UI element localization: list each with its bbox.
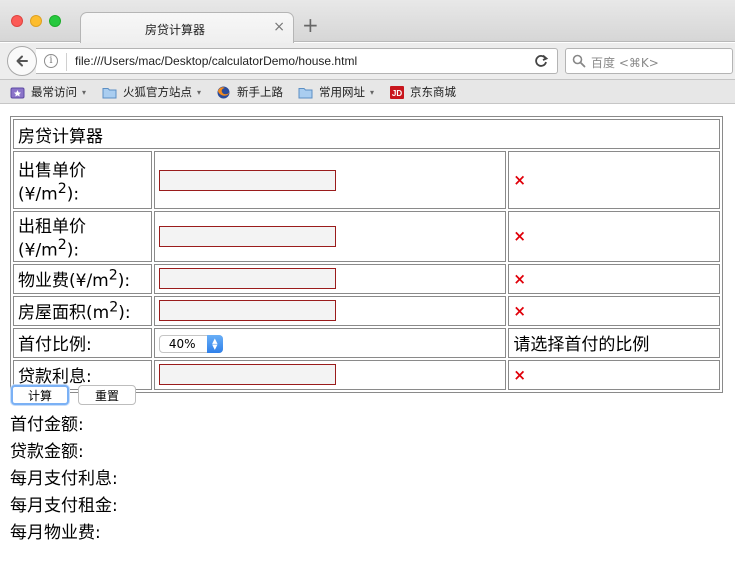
down-payment-ratio-hint: 请选择首付的比例 (508, 327, 720, 358)
bookmark-most-visited[interactable]: 最常访问 ▾ (10, 83, 86, 101)
area-input[interactable] (158, 300, 336, 322)
rent-price-input[interactable] (158, 225, 336, 247)
result-monthly-rent: 每月支付租金: (10, 496, 118, 516)
bookmark-getting-started[interactable]: 新手上路 (216, 83, 283, 101)
back-button[interactable] (7, 46, 37, 76)
page-content: 房贷计算器 出售单价 (¥/m2): × 出租单价(¥/m2): × 物业费(¥… (0, 105, 735, 588)
folder-icon (102, 87, 117, 98)
site-info-icon[interactable]: i (44, 54, 58, 68)
label-text: 出租单价 (18, 217, 86, 237)
window-titlebar: 房贷计算器 × + (0, 0, 735, 43)
search-icon (572, 54, 586, 68)
interest-error-icon: × (513, 365, 526, 384)
navigation-toolbar: i file:///Users/mac/Desktop/calculatorDe… (0, 43, 735, 80)
url-bar[interactable]: i file:///Users/mac/Desktop/calculatorDe… (36, 48, 558, 74)
down-payment-ratio-select[interactable]: 40% ▲ ▼ (158, 334, 223, 353)
calculator-table: 房贷计算器 出售单价 (¥/m2): × 出租单价(¥/m2): × 物业费(¥… (10, 116, 723, 393)
row-rent-price: 出租单价 (¥/m2): × (13, 211, 720, 262)
calculator-title: 房贷计算器 (13, 119, 720, 149)
new-tab-button[interactable]: + (302, 15, 319, 35)
label-text: 房屋面积 (18, 303, 86, 324)
result-monthly-property-fee: 每月物业费: (10, 523, 101, 543)
firefox-icon (217, 86, 230, 98)
window-close-button[interactable] (11, 15, 23, 27)
label-text: 物业费 (18, 271, 69, 292)
rent-price-error-icon: × (513, 227, 526, 246)
most-visited-icon (10, 87, 25, 98)
property-fee-label: 物业费(¥/m2): (13, 263, 152, 294)
label-unit-end: ): (118, 303, 131, 324)
label-sup: 2 (108, 267, 118, 284)
bookmark-label: 最常访问 (31, 85, 77, 99)
reset-button[interactable]: 重置 (78, 385, 136, 405)
label-unit: (m (86, 303, 110, 324)
sale-price-input[interactable] (158, 169, 336, 191)
back-arrow-icon (16, 55, 28, 67)
bookmarks-toolbar: 最常访问 ▾ 火狐官方站点 ▾ 新手上路 常用网址 ▾ JD 京东商城 (0, 80, 735, 104)
label-unit: (¥/m (18, 240, 58, 261)
tab-title: 房贷计算器 (144, 23, 205, 37)
bookmark-label: 新手上路 (237, 85, 283, 99)
property-fee-error-icon: × (513, 269, 526, 288)
label-sup: 2 (57, 237, 67, 253)
label-unit-end: ): (117, 271, 131, 292)
calculate-button[interactable]: 计算 (11, 385, 69, 405)
row-sale-price: 出售单价 (¥/m2): × (13, 151, 720, 209)
select-value: 40% (168, 336, 196, 351)
row-property-fee: 物业费(¥/m2): × (13, 263, 720, 294)
search-placeholder: 百度 <⌘K> (591, 56, 659, 70)
sale-price-error-icon: × (513, 171, 526, 189)
jd-icon: JD (390, 85, 404, 99)
down-payment-ratio-label: 首付比例: (13, 327, 152, 358)
property-fee-input[interactable] (158, 268, 336, 290)
url-separator (66, 53, 67, 71)
row-area: 房屋面积(m2): × (13, 295, 720, 326)
select-stepper-icon: ▲ ▼ (206, 334, 223, 353)
rent-price-label: 出租单价 (¥/m2): (13, 211, 152, 262)
chevron-down-icon: ▾ (82, 87, 87, 97)
folder-icon (298, 87, 313, 98)
area-label: 房屋面积(m2): (13, 295, 152, 326)
sale-price-label: 出售单价 (¥/m2): (13, 151, 152, 209)
interest-input[interactable] (158, 364, 336, 386)
area-error-icon: × (513, 301, 526, 320)
label-unit: (¥/m (69, 271, 109, 292)
bookmark-label: 常用网址 (319, 85, 365, 99)
label-unit-end: ): (66, 184, 80, 205)
reload-icon[interactable] (533, 53, 549, 69)
label-sup: 2 (57, 180, 67, 197)
label-unit-end: ): (66, 240, 80, 261)
window-zoom-button[interactable] (49, 15, 61, 27)
tab-close-icon[interactable]: × (273, 19, 285, 35)
bookmark-common-sites[interactable]: 常用网址 ▾ (298, 83, 374, 101)
bookmark-jd[interactable]: JD 京东商城 (389, 83, 456, 101)
svg-text:JD: JD (392, 89, 402, 98)
browser-tab-active[interactable]: 房贷计算器 × (80, 12, 294, 43)
result-loan-amount: 贷款金额: (10, 442, 84, 462)
label-unit: (¥/m (18, 184, 58, 205)
url-text[interactable]: file:///Users/mac/Desktop/calculatorDemo… (75, 54, 357, 68)
bookmark-label: 京东商城 (410, 85, 456, 99)
result-monthly-interest: 每月支付利息: (10, 469, 118, 489)
bookmark-firefox-sites[interactable]: 火狐官方站点 ▾ (102, 83, 201, 101)
chevron-down-icon: ▾ (370, 87, 375, 97)
label-text: 出售单价 (18, 160, 86, 181)
window-minimize-button[interactable] (30, 15, 42, 27)
row-down-payment-ratio: 首付比例: 40% ▲ ▼ 请选择首付的比例 (13, 327, 720, 358)
label-sup: 2 (109, 299, 119, 316)
result-down-payment: 首付金额: (10, 415, 84, 435)
bookmark-label: 火狐官方站点 (123, 85, 192, 99)
chevron-down-icon: ▾ (197, 87, 202, 97)
search-box[interactable]: 百度 <⌘K> (565, 48, 733, 74)
